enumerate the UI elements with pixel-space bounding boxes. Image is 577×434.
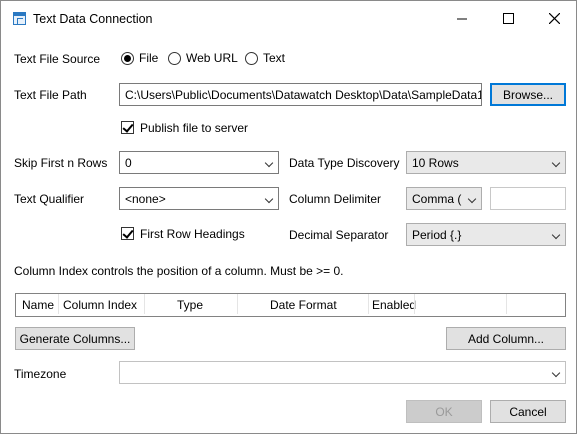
chevron-down-icon [551, 368, 561, 378]
column-delimiter-value: Comma ( [412, 192, 462, 206]
grid-header-divider [368, 294, 369, 314]
grid-header-column-index[interactable]: Column Index [63, 298, 137, 312]
browse-button[interactable]: Browse... [490, 83, 566, 106]
radio-file[interactable] [121, 52, 134, 65]
text-qualifier-combo[interactable]: <none> [119, 187, 279, 210]
cancel-button[interactable]: Cancel [490, 400, 566, 423]
text-qualifier-label: Text Qualifier [14, 192, 85, 206]
maximize-button[interactable] [485, 1, 531, 35]
add-column-button[interactable]: Add Column... [446, 327, 566, 350]
file-path-input[interactable]: C:\Users\Public\Documents\Datawatch Desk… [119, 83, 482, 106]
maximize-icon [502, 12, 514, 24]
grid-header-enabled[interactable]: Enabled [372, 298, 416, 312]
grid-header-divider [506, 294, 507, 314]
chevron-down-icon [551, 230, 561, 240]
custom-delimiter-input[interactable] [490, 187, 566, 210]
chevron-down-icon [551, 158, 561, 168]
skip-rows-value: 0 [125, 156, 132, 170]
app-icon [13, 12, 26, 25]
grid-header-divider [414, 294, 415, 314]
radio-text[interactable] [245, 52, 258, 65]
type-discovery-value: 10 Rows [412, 156, 459, 170]
window-title: Text Data Connection [33, 12, 153, 26]
type-discovery-label: Data Type Discovery [289, 156, 400, 170]
chevron-down-icon [264, 158, 274, 168]
grid-header-name[interactable]: Name [22, 298, 54, 312]
decimal-separator-combo[interactable]: Period {.} [406, 223, 566, 246]
ok-button[interactable]: OK [406, 400, 482, 423]
chevron-down-icon [264, 194, 274, 204]
radio-web-url-label: Web URL [186, 51, 238, 65]
grid-header-type[interactable]: Type [177, 298, 203, 312]
decimal-separator-value: Period {.} [412, 228, 462, 242]
text-qualifier-value: <none> [125, 192, 166, 206]
radio-text-label: Text [263, 51, 286, 65]
radio-web-url[interactable] [168, 52, 181, 65]
generate-columns-button[interactable]: Generate Columns... [15, 327, 135, 350]
first-row-headings-checkbox[interactable] [121, 227, 134, 240]
title-bar: Text Data Connection [1, 1, 576, 35]
grid-header-divider [58, 294, 59, 314]
publish-label: Publish file to server [140, 121, 249, 135]
dialog-window: Text Data Connection Text File Source Fi… [0, 0, 577, 434]
type-discovery-combo[interactable]: 10 Rows [406, 151, 566, 174]
minimize-icon [456, 18, 467, 19]
first-row-headings-label: First Row Headings [140, 227, 245, 241]
text-file-path-label: Text File Path [14, 88, 87, 102]
publish-checkbox[interactable] [121, 121, 134, 134]
grid-header-divider [144, 294, 145, 314]
timezone-label: Timezone [14, 367, 67, 381]
grid-header-divider [237, 294, 238, 314]
radio-file-label: File [139, 51, 159, 65]
timezone-combo[interactable] [119, 361, 566, 384]
column-index-info-text: Column Index controls the position of a … [14, 264, 344, 278]
chevron-down-icon [467, 194, 477, 204]
skip-rows-combo[interactable]: 0 [119, 151, 279, 174]
close-icon [548, 12, 560, 24]
decimal-separator-label: Decimal Separator [289, 228, 389, 242]
grid-header-date-format[interactable]: Date Format [270, 298, 337, 312]
column-delimiter-combo[interactable]: Comma ( [406, 187, 482, 210]
close-button[interactable] [531, 1, 577, 35]
skip-rows-label: Skip First n Rows [14, 156, 108, 170]
column-delimiter-label: Column Delimiter [289, 192, 382, 206]
columns-grid[interactable]: Name Column Index Type Date Format Enabl… [15, 293, 566, 317]
minimize-button[interactable] [439, 1, 485, 35]
text-file-source-label: Text File Source [14, 52, 101, 66]
